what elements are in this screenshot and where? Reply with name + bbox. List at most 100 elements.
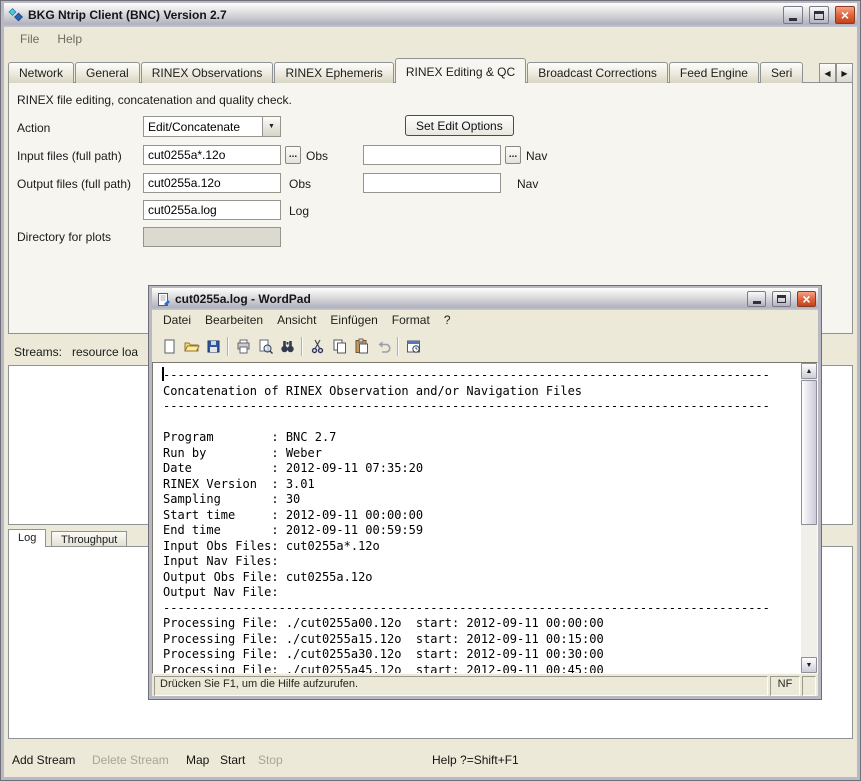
bottom-action-bar: Add Stream Delete Stream Map Start Stop …: [8, 745, 857, 775]
document-area[interactable]: ----------------------------------------…: [152, 362, 818, 674]
scroll-thumb[interactable]: [801, 380, 817, 525]
tab-scroll-buttons: ◀ ▶: [819, 63, 853, 83]
input-nav-field[interactable]: [363, 145, 501, 165]
maximize-button[interactable]: [772, 291, 791, 307]
log-line: Input Obs Files: cut0255a*.12o: [163, 539, 799, 555]
tab-feed-engine[interactable]: Feed Engine: [669, 62, 759, 83]
tab-broadcast-corrections[interactable]: Broadcast Corrections: [527, 62, 668, 83]
browse-input-obs-button[interactable]: ...: [285, 146, 301, 164]
directory-plots-label: Directory for plots: [17, 230, 111, 244]
output-obs-field[interactable]: [143, 173, 281, 193]
status-message: Drücken Sie F1, um die Hilfe aufzurufen.: [154, 676, 768, 696]
toolbar-separator: [227, 337, 229, 356]
scroll-down-button[interactable]: ▼: [801, 657, 817, 673]
open-button[interactable]: [180, 335, 202, 357]
chevron-down-icon[interactable]: ▼: [262, 117, 280, 136]
menu-datei[interactable]: Datei: [156, 311, 198, 329]
log-line: Processing File: ./cut0255a15.12o start:…: [163, 632, 799, 648]
log-line: Processing File: ./cut0255a00.12o start:…: [163, 616, 799, 632]
scroll-up-button[interactable]: ▲: [801, 363, 817, 379]
print-button[interactable]: [232, 335, 254, 357]
log-line: RINEX Version : 3.01: [163, 477, 799, 493]
obs-label: Obs: [306, 149, 328, 163]
tab-scroll-left-button[interactable]: ◀: [819, 63, 836, 83]
log-line: ----------------------------------------…: [163, 601, 799, 617]
input-obs-field[interactable]: [143, 145, 281, 165]
output-log-field[interactable]: [143, 200, 281, 220]
vertical-scrollbar[interactable]: ▲ ▼: [801, 363, 817, 673]
action-select-value: Edit/Concatenate: [144, 120, 262, 134]
menu-help[interactable]: Help: [51, 30, 88, 48]
tab-log[interactable]: Log: [8, 529, 46, 547]
set-edit-options-button[interactable]: Set Edit Options: [405, 115, 514, 136]
close-button[interactable]: ×: [797, 291, 816, 307]
wordpad-icon: [156, 292, 171, 307]
new-icon: [161, 338, 178, 355]
wordpad-body: Datei Bearbeiten Ansicht Einfügen Format…: [152, 310, 818, 696]
wordpad-menubar: Datei Bearbeiten Ansicht Einfügen Format…: [152, 310, 818, 330]
add-stream-button[interactable]: Add Stream: [12, 753, 75, 767]
start-button[interactable]: Start: [220, 753, 245, 767]
log-line: Sampling : 30: [163, 492, 799, 508]
minimize-button[interactable]: [747, 291, 766, 307]
menu-bearbeiten[interactable]: Bearbeiten: [198, 311, 270, 329]
nav-label: Nav: [526, 149, 547, 163]
bnc-menubar: File Help: [4, 29, 88, 49]
tab-rinex-ephemeris[interactable]: RINEX Ephemeris: [274, 62, 393, 83]
paste-button[interactable]: [350, 335, 372, 357]
log-line: Input Nav Files:: [163, 554, 799, 570]
document-text[interactable]: ----------------------------------------…: [153, 363, 801, 673]
maximize-button[interactable]: [809, 6, 829, 24]
find-button[interactable]: [276, 335, 298, 357]
save-button[interactable]: [202, 335, 224, 357]
menu-file[interactable]: File: [14, 30, 45, 48]
toolbar-separator: [397, 337, 399, 356]
text-caret: [162, 367, 164, 381]
menu-hilfe[interactable]: ?: [437, 311, 458, 329]
menu-ansicht[interactable]: Ansicht: [270, 311, 323, 329]
find-icon: [279, 338, 296, 355]
delete-stream-button: Delete Stream: [92, 753, 169, 767]
action-label: Action: [17, 121, 50, 135]
browse-input-nav-button[interactable]: ...: [505, 146, 521, 164]
menu-format[interactable]: Format: [385, 311, 437, 329]
log-line: Concatenation of RINEX Observation and/o…: [163, 384, 799, 400]
help-button[interactable]: Help ?=Shift+F1: [432, 753, 519, 767]
tab-serial[interactable]: Seri: [760, 62, 803, 83]
tab-network[interactable]: Network: [8, 62, 74, 83]
action-select[interactable]: Edit/Concatenate ▼: [143, 116, 281, 137]
tab-throughput[interactable]: Throughput: [51, 531, 127, 547]
bnc-tabbar: Network General RINEX Observations RINEX…: [8, 58, 815, 83]
wordpad-window: cut0255a.log - WordPad × Datei Bearbeite…: [148, 285, 822, 700]
close-button[interactable]: ×: [835, 6, 855, 24]
new-button[interactable]: [158, 335, 180, 357]
streams-header: Streams: resource loa: [14, 345, 138, 359]
minimize-button[interactable]: [783, 6, 803, 24]
bnc-titlebar[interactable]: BKG Ntrip Client (BNC) Version 2.7 ×: [4, 3, 857, 27]
wordpad-titlebar[interactable]: cut0255a.log - WordPad ×: [152, 288, 818, 310]
copy-icon: [331, 338, 348, 355]
cut-button[interactable]: [306, 335, 328, 357]
paste-icon: [353, 338, 370, 355]
print-preview-button[interactable]: [254, 335, 276, 357]
input-files-label: Input files (full path): [17, 149, 122, 163]
undo-icon: [375, 338, 392, 355]
window-title: BKG Ntrip Client (BNC) Version 2.7: [28, 8, 777, 22]
log-line: Processing File: ./cut0255a45.12o start:…: [163, 663, 799, 674]
tab-general[interactable]: General: [75, 62, 140, 83]
tab-scroll-right-button[interactable]: ▶: [836, 63, 853, 83]
obs-label-output: Obs: [289, 177, 311, 191]
log-line: ----------------------------------------…: [163, 368, 799, 384]
log-line: Program : BNC 2.7: [163, 430, 799, 446]
map-button[interactable]: Map: [186, 753, 209, 767]
tab-rinex-editing-qc[interactable]: RINEX Editing & QC: [395, 58, 526, 83]
menu-einfuegen[interactable]: Einfügen: [323, 311, 384, 329]
date-time-button[interactable]: [402, 335, 424, 357]
minimize-icon: [753, 301, 761, 304]
tab-rinex-observations[interactable]: RINEX Observations: [141, 62, 274, 83]
log-line: End time : 2012-09-11 00:59:59: [163, 523, 799, 539]
wordpad-toolbar: [152, 330, 818, 362]
output-nav-field[interactable]: [363, 173, 501, 193]
copy-button[interactable]: [328, 335, 350, 357]
log-line: [163, 415, 799, 431]
